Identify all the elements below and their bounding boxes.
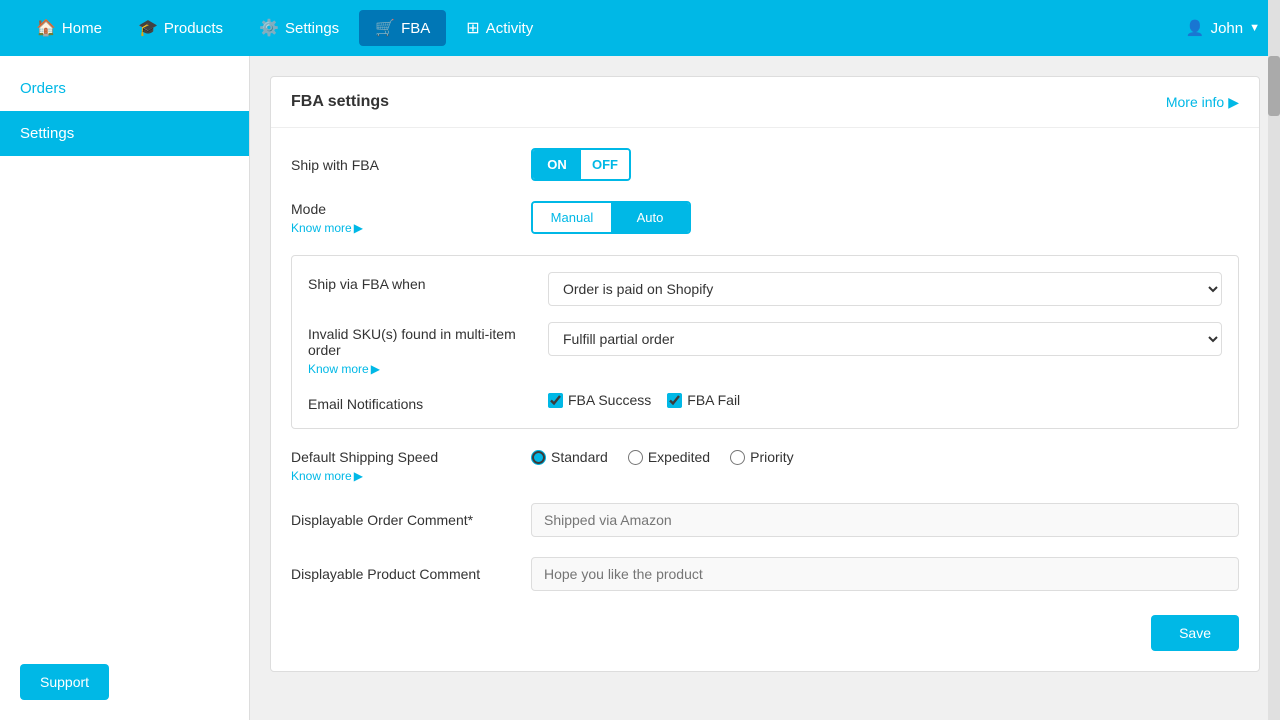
top-nav: 🏠 Home 🎓 Products ⚙️ Settings 🛒 FBA ⊞ Ac… (0, 0, 1280, 56)
nav-item-home[interactable]: 🏠 Home (20, 10, 118, 46)
mode-auto-button[interactable]: Auto (611, 203, 689, 232)
nav-products-label: Products (164, 20, 223, 37)
mode-row: Mode Know more ▶ Manual Auto (291, 201, 1239, 235)
product-comment-input[interactable] (531, 557, 1239, 591)
nav-item-fba[interactable]: 🛒 FBA (359, 10, 446, 46)
main-layout: Orders Settings FBA settings More info ▶… (0, 56, 1280, 720)
sidebar-item-settings[interactable]: Settings (0, 111, 249, 156)
order-comment-input[interactable] (531, 503, 1239, 537)
expedited-radio-item[interactable]: Expedited (628, 449, 710, 465)
card-body: Ship with FBA ON OFF Mode Know more (271, 128, 1259, 671)
fba-success-checkbox-item[interactable]: FBA Success (548, 392, 651, 408)
product-comment-control (531, 557, 1239, 591)
nav-item-settings[interactable]: ⚙️ Settings (243, 10, 355, 46)
email-notifications-label: Email Notifications (308, 392, 528, 412)
settings-card: FBA settings More info ▶ Ship with FBA O… (270, 76, 1260, 672)
nav-home-label: Home (62, 20, 102, 37)
mode-label: Mode Know more ▶ (291, 201, 511, 235)
ship-with-fba-label: Ship with FBA (291, 157, 511, 173)
shipping-speed-arrow-icon: ▶ (354, 469, 363, 483)
activity-icon: ⊞ (466, 18, 479, 38)
inner-settings-box: Ship via FBA when Order is paid on Shopi… (291, 255, 1239, 429)
save-button[interactable]: Save (1151, 615, 1239, 651)
user-menu[interactable]: 👤 John ▼ (1186, 19, 1260, 37)
mode-know-more-link[interactable]: Know more ▶ (291, 221, 363, 235)
mode-manual-button[interactable]: Manual (533, 203, 611, 232)
sidebar: Orders Settings (0, 56, 250, 720)
order-comment-row: Displayable Order Comment* (291, 503, 1239, 537)
ship-via-fba-select[interactable]: Order is paid on Shopify Order is create… (548, 272, 1222, 306)
expedited-radio[interactable] (628, 450, 643, 465)
ship-via-fba-row: Ship via FBA when Order is paid on Shopi… (308, 272, 1222, 306)
email-notifications-control: FBA Success FBA Fail (548, 392, 1222, 408)
fba-cart-icon: 🛒 (375, 18, 395, 38)
invalid-sku-arrow-icon: ▶ (371, 362, 380, 376)
mode-toggle: Manual Auto (531, 201, 691, 234)
ship-with-fba-control: ON OFF (531, 148, 1239, 181)
ship-via-fba-label: Ship via FBA when (308, 272, 528, 292)
standard-radio[interactable] (531, 450, 546, 465)
more-info-text: More info (1166, 94, 1224, 110)
priority-radio[interactable] (730, 450, 745, 465)
fba-success-checkbox[interactable] (548, 393, 563, 408)
nav-fba-label: FBA (401, 20, 430, 37)
user-icon: 👤 (1186, 19, 1205, 37)
card-header: FBA settings More info ▶ (271, 77, 1259, 128)
standard-radio-item[interactable]: Standard (531, 449, 608, 465)
ship-with-fba-row: Ship with FBA ON OFF (291, 148, 1239, 181)
settings-icon: ⚙️ (259, 18, 279, 38)
fba-success-label: FBA Success (568, 392, 651, 408)
nav-item-products[interactable]: 🎓 Products (122, 10, 239, 46)
user-name: John (1211, 20, 1244, 37)
mode-control: Manual Auto (531, 201, 1239, 234)
product-comment-label: Displayable Product Comment (291, 566, 511, 582)
order-comment-control (531, 503, 1239, 537)
standard-label: Standard (551, 449, 608, 465)
scrollbar[interactable] (1268, 0, 1280, 720)
shipping-speed-radio-group: Standard Expedited Priority (531, 449, 1239, 465)
nav-item-activity[interactable]: ⊞ Activity (450, 10, 549, 46)
email-notifications-row: Email Notifications FBA Success FBA Fail (308, 392, 1222, 412)
shipping-speed-label: Default Shipping Speed Know more ▶ (291, 449, 511, 483)
expedited-label: Expedited (648, 449, 710, 465)
fba-fail-checkbox[interactable] (667, 393, 682, 408)
product-comment-row: Displayable Product Comment (291, 557, 1239, 591)
sidebar-item-orders[interactable]: Orders (0, 66, 249, 111)
nav-items: 🏠 Home 🎓 Products ⚙️ Settings 🛒 FBA ⊞ Ac… (20, 10, 1186, 46)
priority-label: Priority (750, 449, 794, 465)
order-comment-label: Displayable Order Comment* (291, 512, 511, 528)
more-info-link[interactable]: More info ▶ (1166, 94, 1239, 111)
know-more-arrow-icon: ▶ (354, 221, 363, 235)
priority-radio-item[interactable]: Priority (730, 449, 794, 465)
nav-activity-label: Activity (486, 20, 534, 37)
toggle-on-button[interactable]: ON (533, 150, 581, 179)
nav-settings-label: Settings (285, 20, 339, 37)
checkbox-group: FBA Success FBA Fail (548, 392, 1222, 408)
user-chevron-icon: ▼ (1249, 22, 1260, 34)
scrollbar-thumb[interactable] (1268, 56, 1280, 116)
home-icon: 🏠 (36, 18, 56, 38)
products-icon: 🎓 (138, 18, 158, 38)
ship-with-fba-toggle: ON OFF (531, 148, 631, 181)
invalid-sku-control: Fulfill partial order Cancel entire orde… (548, 322, 1222, 356)
main-content: FBA settings More info ▶ Ship with FBA O… (250, 56, 1280, 720)
shipping-speed-control: Standard Expedited Priority (531, 449, 1239, 465)
invalid-sku-know-more-link[interactable]: Know more ▶ (308, 362, 380, 376)
card-title: FBA settings (291, 93, 389, 111)
invalid-sku-row: Invalid SKU(s) found in multi-item order… (308, 322, 1222, 376)
save-row: Save (291, 611, 1239, 651)
fba-fail-label: FBA Fail (687, 392, 740, 408)
shipping-speed-know-more-link[interactable]: Know more ▶ (291, 469, 363, 483)
shipping-speed-row: Default Shipping Speed Know more ▶ Stand… (291, 449, 1239, 483)
toggle-off-button[interactable]: OFF (581, 150, 629, 179)
invalid-sku-label: Invalid SKU(s) found in multi-item order… (308, 322, 528, 376)
ship-via-fba-control: Order is paid on Shopify Order is create… (548, 272, 1222, 306)
more-info-arrow-icon: ▶ (1228, 94, 1239, 111)
support-button[interactable]: Support (20, 664, 109, 700)
fba-fail-checkbox-item[interactable]: FBA Fail (667, 392, 740, 408)
invalid-sku-select[interactable]: Fulfill partial order Cancel entire orde… (548, 322, 1222, 356)
